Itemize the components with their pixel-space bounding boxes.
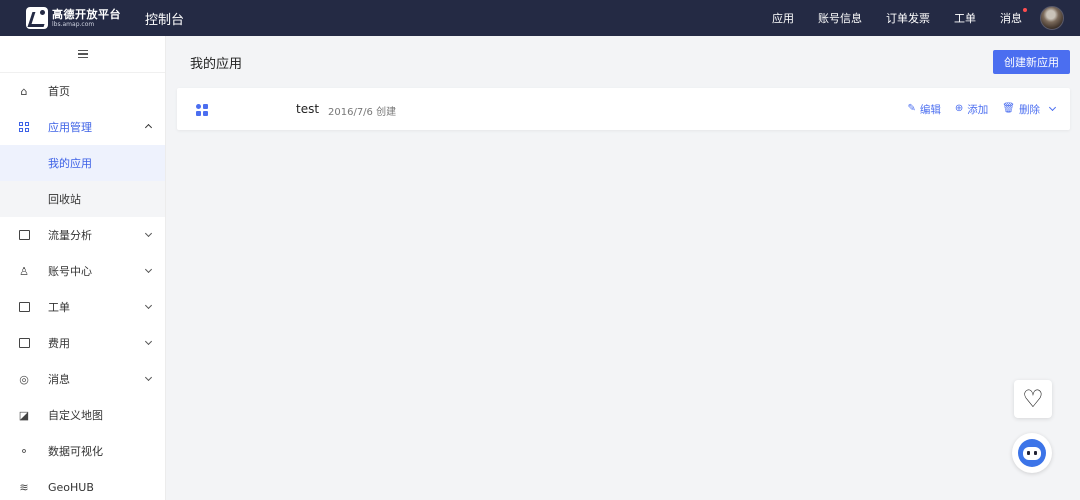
chevron-down-icon [144, 301, 153, 310]
sidebar-item-home[interactable]: ⌂ 首页 [0, 73, 165, 109]
add-label: 添加 [967, 103, 989, 116]
sidebar-item-tickets[interactable]: 工单 [0, 289, 165, 325]
chevron-down-icon [144, 229, 153, 238]
message-icon: ◎ [19, 372, 29, 386]
sidebar-item-label: 我的应用 [48, 157, 92, 170]
heart-icon: ♡ [1022, 385, 1044, 413]
app-actions: ✎ 编辑 ⊕ 添加 🗑 删除 [894, 88, 1040, 130]
sidebar-item-label: 消息 [48, 373, 70, 386]
fee-icon [18, 337, 30, 349]
trash-icon: 🗑 [1002, 103, 1015, 114]
sidebar: ⌂ 首页 应用管理 我的应用 回收站 流量分析 ♙ 账号中心 工单 费用 ◎ 消… [0, 36, 166, 500]
sidebar-item-label: 费用 [48, 337, 70, 350]
sidebar-item-label: 流量分析 [48, 229, 92, 242]
nav-apps[interactable]: 应用 [772, 10, 794, 26]
app-created-date: 2016/7/6 创建 [328, 107, 397, 118]
sidebar-item-label: GeoHUB [48, 480, 94, 494]
sidebar-item-fees[interactable]: 费用 [0, 325, 165, 361]
top-nav-bar: 高德开放平台 lbs.amap.com 控制台 应用 账号信息 订单发票 工单 … [0, 0, 1080, 36]
chevron-down-icon [144, 373, 153, 382]
hamburger-icon [77, 50, 88, 58]
chevron-down-icon [144, 265, 153, 274]
user-avatar[interactable] [1040, 6, 1064, 30]
sidebar-item-my-apps[interactable]: 我的应用 [0, 145, 165, 181]
ticket-icon [18, 301, 30, 313]
app-name: test [296, 102, 320, 116]
sidebar-item-label: 工单 [48, 301, 70, 314]
map-icon: ◪ [18, 408, 30, 422]
edit-label: 编辑 [919, 103, 941, 116]
sidebar-item-recycle-bin[interactable]: 回收站 [0, 181, 165, 217]
page-title: 我的应用 [190, 57, 243, 72]
edit-button[interactable]: ✎ 编辑 [908, 102, 941, 117]
grid-icon [18, 121, 30, 133]
sidebar-item-label: 回收站 [48, 193, 81, 206]
logo-name: 高德开放平台 [52, 7, 121, 21]
add-button[interactable]: ⊕ 添加 [955, 102, 988, 117]
menu-toggle-button[interactable] [0, 36, 165, 73]
nav-messages[interactable]: 消息 [1000, 8, 1027, 26]
sidebar-item-label: 应用管理 [48, 121, 92, 134]
robot-assistant-icon [1018, 439, 1046, 467]
layers-icon: ≋ [19, 480, 29, 494]
edit-icon: ✎ [907, 103, 916, 114]
logo[interactable]: 高德开放平台 lbs.amap.com [26, 0, 121, 36]
home-icon: ⌂ [20, 84, 28, 98]
sidebar-item-data-visualization[interactable]: ⚬ 数据可视化 [0, 433, 165, 469]
sidebar-item-geohub[interactable]: ≋ GeoHUB [0, 469, 165, 500]
app-card: test 2016/7/6 创建 ✎ 编辑 ⊕ 添加 🗑 删除 [177, 88, 1070, 130]
create-app-button[interactable]: 创建新应用 [993, 50, 1070, 74]
sidebar-item-label: 账号中心 [48, 265, 92, 278]
visualization-icon: ⚬ [19, 444, 29, 458]
main-content: 我的应用 创建新应用 test 2016/7/6 创建 ✎ 编辑 ⊕ 添加 🗑 … [166, 36, 1080, 500]
amap-logo-icon [26, 7, 48, 29]
app-grid-icon [196, 104, 208, 116]
nav-account-info[interactable]: 账号信息 [818, 10, 862, 26]
sidebar-item-label: 自定义地图 [48, 409, 103, 422]
sidebar-item-account-center[interactable]: ♙ 账号中心 [0, 253, 165, 289]
chevron-up-icon [144, 123, 153, 132]
sidebar-item-messages[interactable]: ◎ 消息 [0, 361, 165, 397]
chevron-down-icon [144, 337, 153, 346]
top-nav-links: 应用 账号信息 订单发票 工单 消息 [748, 0, 1080, 36]
delete-button[interactable]: 🗑 删除 [1002, 102, 1040, 117]
page-header: 我的应用 创建新应用 [166, 36, 1080, 84]
console-title[interactable]: 控制台 [145, 9, 184, 28]
nav-orders-invoices[interactable]: 订单发票 [886, 10, 930, 26]
delete-label: 删除 [1019, 103, 1040, 116]
sidebar-item-label: 数据可视化 [48, 445, 103, 458]
sidebar-item-label: 首页 [48, 85, 70, 98]
expand-chevron-icon[interactable] [1048, 103, 1057, 112]
sidebar-item-custom-map[interactable]: ◪ 自定义地图 [0, 397, 165, 433]
sidebar-item-app-management[interactable]: 应用管理 [0, 109, 165, 145]
customer-service-button[interactable] [1012, 433, 1052, 473]
user-icon: ♙ [19, 264, 29, 278]
sidebar-item-traffic-analysis[interactable]: 流量分析 [0, 217, 165, 253]
favorite-button[interactable]: ♡ [1014, 380, 1052, 418]
chart-icon [18, 229, 30, 241]
plus-circle-icon: ⊕ [954, 103, 964, 114]
nav-tickets[interactable]: 工单 [954, 10, 976, 26]
logo-url: lbs.amap.com [52, 20, 95, 28]
